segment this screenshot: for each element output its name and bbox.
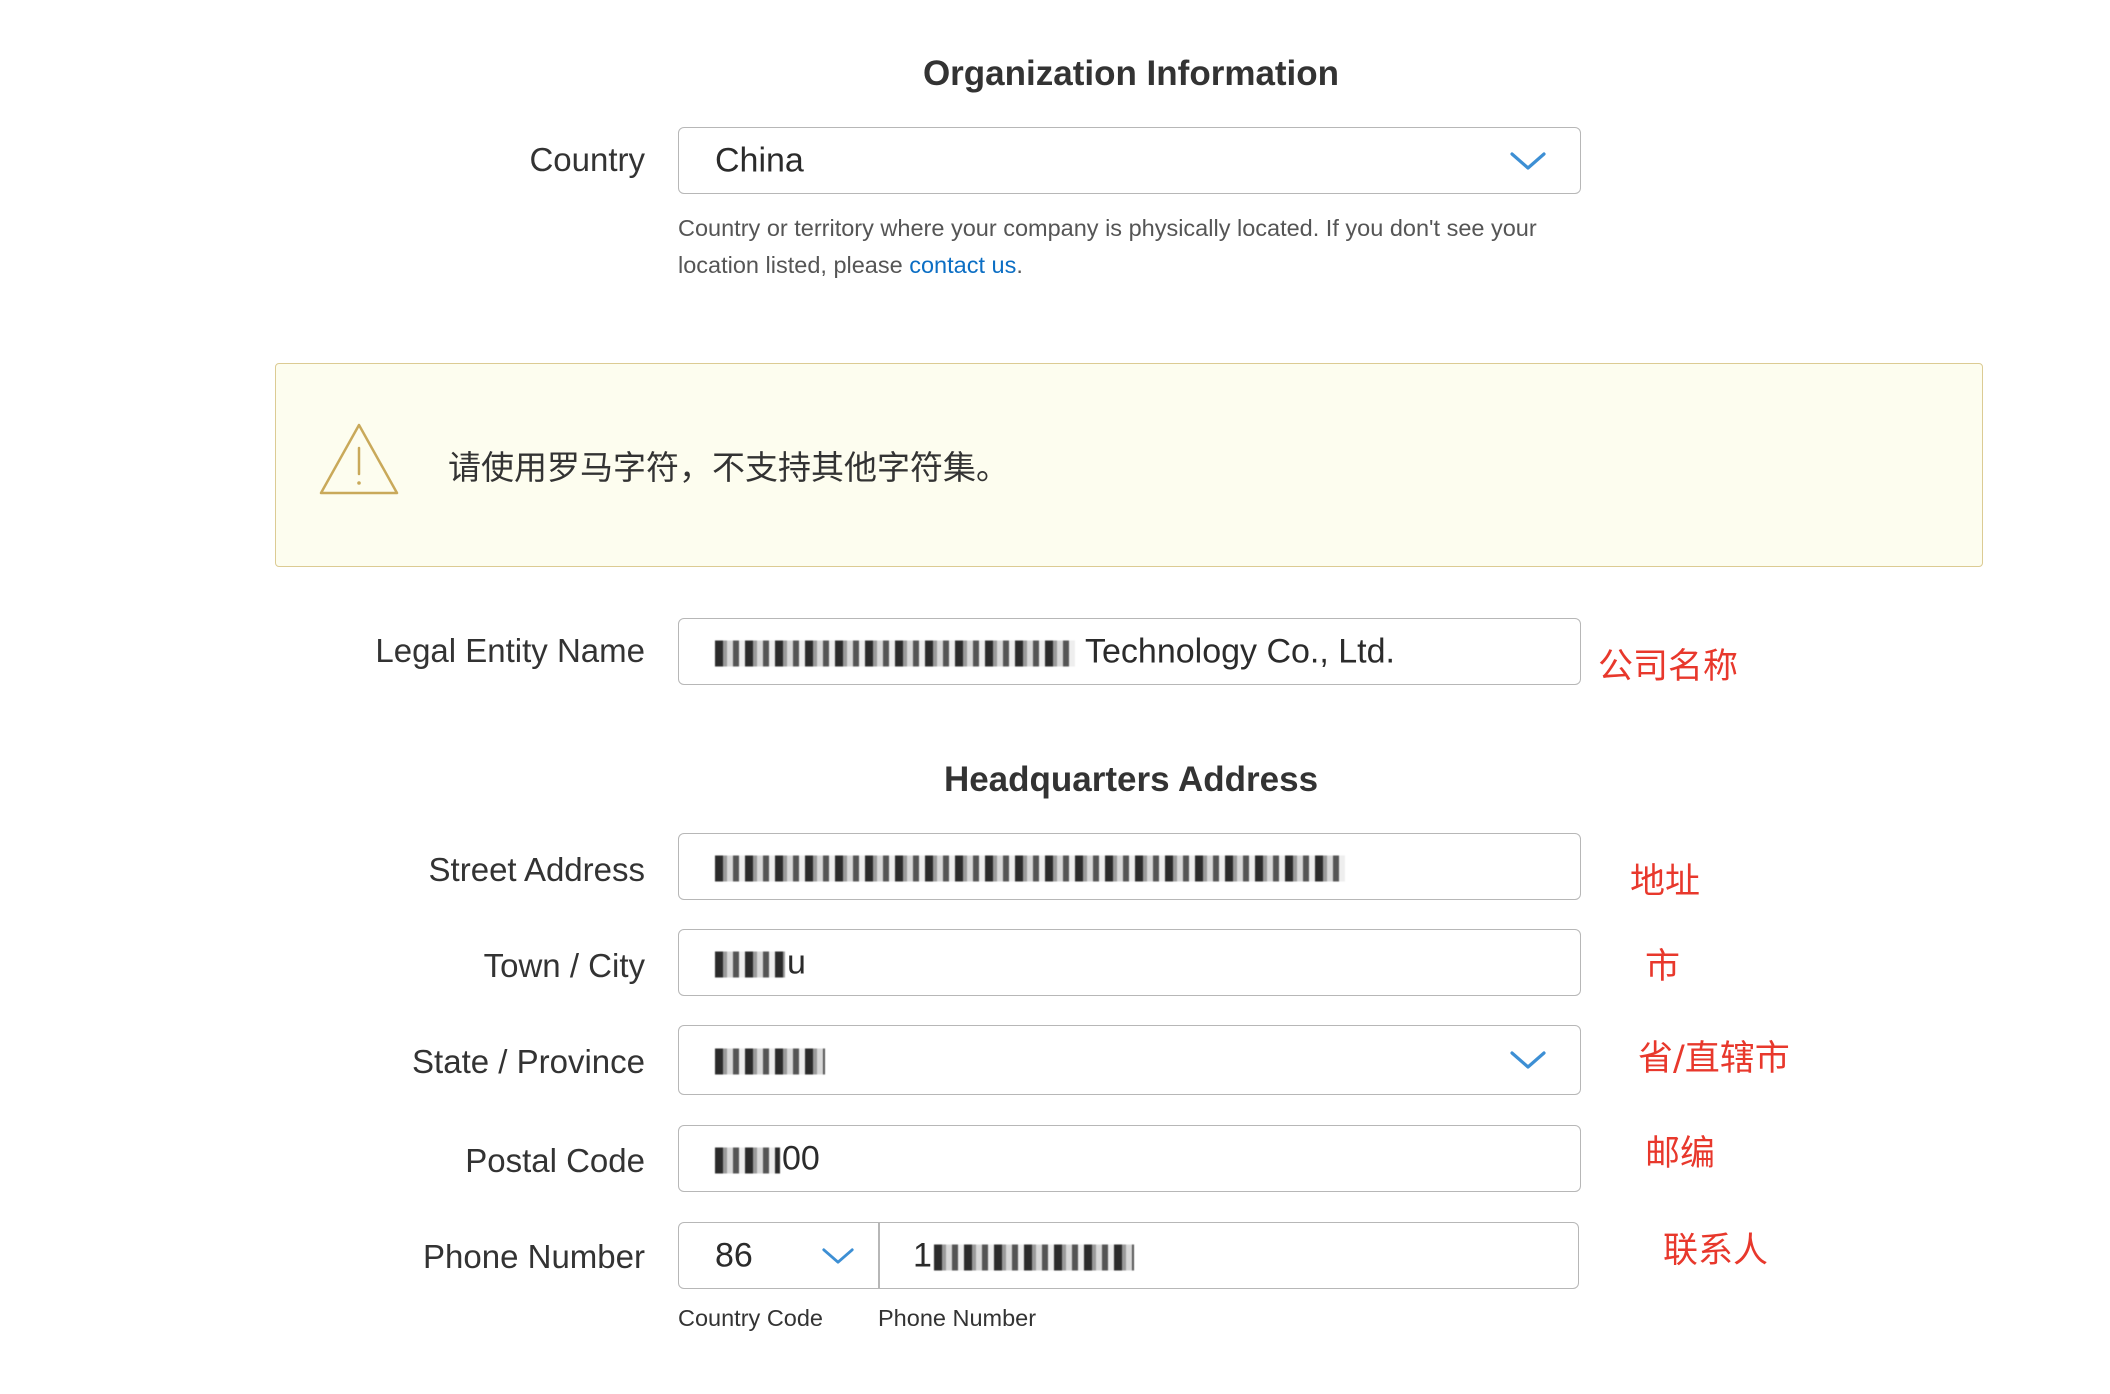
country-help-text: Country or territory where your company … <box>678 210 1578 284</box>
legal-entity-label: Legal Entity Name <box>375 632 645 669</box>
phone-number-group: 86 1 <box>678 1222 1579 1289</box>
postal-code-value: 00 <box>715 1139 820 1178</box>
warning-triangle-icon <box>319 423 399 495</box>
phone-number-label: Phone Number <box>423 1238 645 1275</box>
country-code-select[interactable]: 86 <box>679 1223 878 1288</box>
postal-code-label: Postal Code <box>465 1142 645 1179</box>
phone-number-sublabel: Phone Number <box>878 1305 1037 1331</box>
character-set-warning: 请使用罗马字符，不支持其他字符集。 <box>275 363 1983 567</box>
country-code-value: 86 <box>715 1236 753 1274</box>
state-province-select[interactable] <box>678 1025 1581 1095</box>
chevron-down-icon <box>1510 1051 1546 1069</box>
phone-number-visible-text: 1 <box>913 1236 932 1274</box>
town-city-input[interactable]: u <box>678 929 1581 996</box>
redacted-text <box>715 855 1345 882</box>
phone-number-value: 1 <box>913 1236 1144 1275</box>
headquarters-title: Headquarters Address <box>943 760 1319 799</box>
chevron-down-icon <box>1510 151 1546 170</box>
legal-entity-input[interactable]: Technology Co., Ltd. <box>678 618 1581 685</box>
postal-code-visible-text: 00 <box>782 1139 820 1177</box>
town-city-annotation: 市 <box>1645 947 1681 987</box>
phone-number-annotation: 联系人 <box>1663 1231 1769 1271</box>
postal-code-input[interactable]: 00 <box>678 1125 1581 1192</box>
town-city-value: u <box>715 943 806 982</box>
redacted-text <box>715 1147 780 1174</box>
country-code-sublabel: Country Code <box>678 1305 823 1331</box>
country-value: China <box>715 141 804 179</box>
town-city-visible-text: u <box>787 943 806 981</box>
legal-entity-annotation: 公司名称 <box>1598 647 1739 687</box>
redacted-text <box>715 640 1075 667</box>
street-address-value <box>715 847 1355 886</box>
country-help-suffix: . <box>1016 252 1023 278</box>
redacted-text <box>715 951 785 978</box>
warning-text: 请使用罗马字符，不支持其他字符集。 <box>448 448 1009 487</box>
town-city-label: Town / City <box>483 947 645 984</box>
state-province-label: State / Province <box>412 1043 645 1080</box>
state-province-value <box>715 1041 835 1080</box>
street-address-input[interactable] <box>678 833 1581 900</box>
street-address-annotation: 地址 <box>1630 862 1701 902</box>
phone-number-input[interactable]: 1 <box>879 1223 1578 1288</box>
contact-us-link[interactable]: contact us <box>909 252 1016 278</box>
legal-entity-value: Technology Co., Ltd. <box>715 632 1395 671</box>
country-select[interactable]: China <box>678 127 1581 194</box>
redacted-text <box>933 1244 1134 1271</box>
organization-title: Organization Information <box>922 54 1340 93</box>
legal-entity-visible-text: Technology Co., Ltd. <box>1085 632 1395 670</box>
street-address-label: Street Address <box>428 851 645 888</box>
state-province-annotation: 省/直辖市 <box>1638 1039 1790 1079</box>
country-help-body: Country or territory where your company … <box>678 215 1537 278</box>
country-label: Country <box>529 141 645 178</box>
postal-code-annotation: 邮编 <box>1645 1134 1716 1174</box>
chevron-down-icon <box>822 1247 854 1264</box>
redacted-text <box>715 1048 825 1075</box>
